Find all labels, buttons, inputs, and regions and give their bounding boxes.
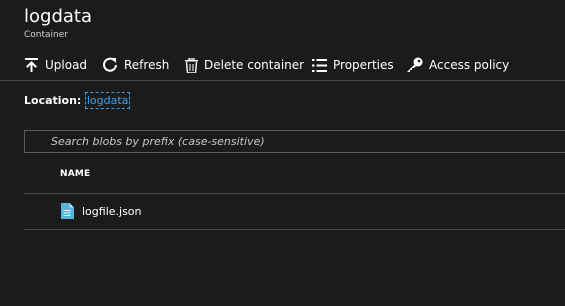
refresh-button[interactable]: Refresh — [102, 54, 169, 76]
search-input[interactable]: Search blobs by prefix (case-sensitive) — [24, 130, 565, 153]
access-policy-button[interactable]: Access policy — [406, 54, 509, 76]
table-row[interactable]: logfile.json — [24, 194, 565, 230]
search-placeholder: Search blobs by prefix (case-sensitive) — [51, 135, 265, 148]
refresh-label: Refresh — [124, 58, 170, 72]
upload-label: Upload — [45, 58, 88, 72]
location-label: Location: — [24, 94, 82, 107]
location-breadcrumb: Location: logdata — [24, 92, 131, 109]
command-bar: Upload Refresh Delete container Properti… — [0, 50, 565, 81]
trash-icon — [185, 57, 198, 73]
column-header-name[interactable]: NAME — [60, 169, 90, 179]
blade-header: logdata Container — [24, 6, 92, 41]
key-icon — [406, 57, 423, 73]
list-icon — [312, 58, 327, 73]
refresh-icon — [102, 57, 118, 73]
properties-label: Properties — [333, 58, 394, 72]
page-title: logdata — [24, 6, 92, 27]
upload-icon — [24, 57, 39, 73]
upload-button[interactable]: Upload — [24, 54, 87, 76]
delete-container-label: Delete container — [204, 58, 305, 72]
file-icon — [60, 203, 74, 223]
properties-button[interactable]: Properties — [312, 54, 394, 76]
delete-container-button[interactable]: Delete container — [185, 54, 304, 76]
access-policy-label: Access policy — [429, 58, 510, 72]
container-blade: logdata Container Upload Refresh Delete … — [0, 0, 565, 306]
location-link[interactable]: logdata — [84, 92, 131, 109]
table-header: NAME — [24, 162, 565, 194]
file-name[interactable]: logfile.json — [82, 205, 142, 218]
page-subtitle: Container — [24, 30, 68, 40]
